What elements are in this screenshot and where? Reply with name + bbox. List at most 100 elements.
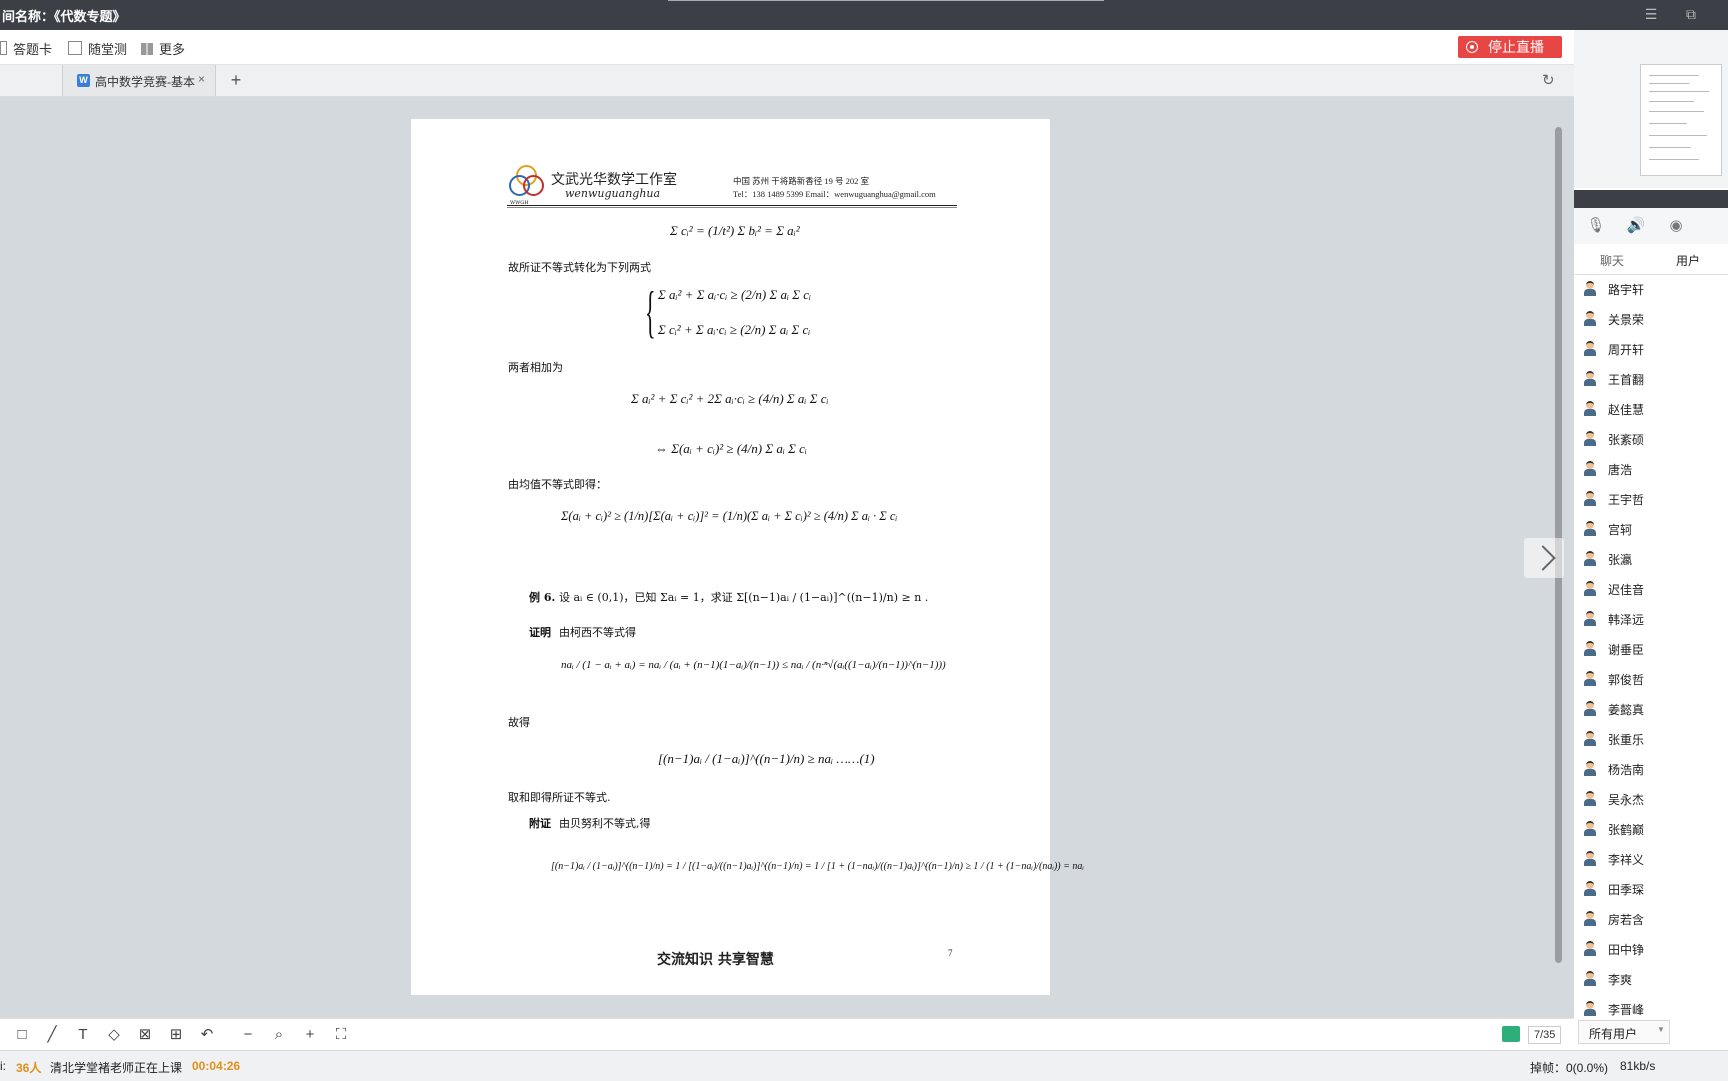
list-item[interactable]: 周开轩 (1574, 334, 1728, 364)
camera-icon[interactable]: ◉ (1666, 216, 1686, 236)
user-name: 房若含 (1608, 913, 1645, 927)
page-footer: 交流知识 共享智慧 (657, 952, 774, 968)
clear-icon[interactable]: ⊠ (135, 1025, 155, 1045)
list-item[interactable]: 迟佳音 (1574, 574, 1728, 604)
answer-card-button[interactable]: 答题卡 (0, 39, 52, 58)
speaker-icon[interactable]: 🔊 (1626, 216, 1646, 236)
avatar (1584, 521, 1596, 536)
text-tool-icon[interactable]: T (73, 1025, 93, 1045)
chevron-down-icon: ▼ (1657, 1025, 1665, 1034)
more-button[interactable]: 更多 (141, 39, 185, 58)
list-item[interactable]: 赵佳慧 (1574, 394, 1728, 424)
quiz-button[interactable]: 随堂测 (68, 39, 127, 58)
search-icon[interactable]: ⌕ (269, 1025, 289, 1045)
list-item[interactable]: 李爽 (1574, 964, 1728, 994)
list-item[interactable]: 王首翻 (1574, 364, 1728, 394)
user-filter-dropdown[interactable]: 所有用户 ▼ (1578, 1020, 1670, 1044)
tab-users[interactable]: 用户 (1676, 252, 1700, 269)
list-item[interactable]: 宫轲 (1574, 514, 1728, 544)
list-item[interactable]: 田中铮 (1574, 934, 1728, 964)
header-rule-thin (507, 207, 957, 208)
page-indicator: 7/35 (1502, 1026, 1562, 1044)
zoom-out-icon[interactable]: − (238, 1025, 258, 1045)
undo-icon[interactable]: ↶ (197, 1025, 217, 1045)
list-item[interactable]: 王宇哲 (1574, 484, 1728, 514)
header-rule (507, 205, 957, 206)
user-name: 周开轩 (1608, 343, 1645, 357)
microphone-icon[interactable]: 🎙 (1586, 216, 1606, 236)
proof-text: 由柯西不等式得 (559, 626, 636, 639)
participant-count: 36人 (16, 1061, 42, 1075)
avatar (1584, 311, 1596, 326)
avatar (1584, 731, 1596, 746)
formula-2a: Σ aᵢ² + Σ aᵢ·cᵢ ≥ (2/n) Σ aᵢ Σ cᵢ (658, 287, 812, 302)
list-item[interactable]: 李祥义 (1574, 844, 1728, 874)
tab-chat[interactable]: 聊天 (1600, 252, 1624, 269)
status-bar: i: 36人 清北学堂褚老师正在上课 00:04:26 掉帧：0(0.0%) 8… (0, 1050, 1728, 1081)
user-name: 谢垂臣 (1608, 643, 1645, 657)
add-tab-button[interactable]: + (226, 69, 246, 91)
list-item[interactable]: 张重乐 (1574, 724, 1728, 754)
panel-tabs: 聊天 用户 (1574, 244, 1728, 275)
rectangle-tool-icon[interactable]: □ (12, 1025, 32, 1045)
avatar (1584, 461, 1596, 476)
eraser-icon[interactable]: ◇ (104, 1025, 124, 1045)
word-doc-icon: W (77, 74, 90, 87)
answer-card-label: 答题卡 (13, 42, 53, 57)
user-name: 田季琛 (1608, 883, 1645, 897)
list-item[interactable]: 谢垂臣 (1574, 634, 1728, 664)
list-item[interactable]: 郭俊哲 (1574, 664, 1728, 694)
page-number: 7 (948, 948, 953, 958)
list-item[interactable]: 张鹤巅 (1574, 814, 1728, 844)
user-list: 路宇轩 关景荣周开轩王首翻赵佳慧张紊硕唐浩王宇哲宫轲 张瀛 迟佳音 韩泽远谢垂臣郭俊哲姜… (1574, 274, 1728, 1030)
studio-contact: Tel：138 1489 5399 Email：wenwuguanghua@gm… (733, 189, 936, 199)
example-label: 例 6. (529, 591, 556, 604)
image-icon[interactable] (1502, 1026, 1520, 1042)
user-name: 王宇哲 (1608, 493, 1645, 507)
avatar (1584, 881, 1596, 896)
refresh-icon[interactable]: ↻ (1542, 71, 1555, 89)
list-item[interactable]: 路宇轩 (1574, 274, 1728, 304)
document-page: WWGH 文武光华数学工作室 wenwuguanghua 中国 苏州 干将路新香… (411, 119, 1084, 995)
user-name: 张重乐 (1608, 733, 1645, 747)
list-item[interactable]: 张瀛 (1574, 544, 1728, 574)
list-item[interactable]: 张紊硕 (1574, 424, 1728, 454)
list-item[interactable]: 唐浩 (1574, 454, 1728, 484)
formula-8: [(n−1)aᵢ / (1−aᵢ)]^((n−1)/n) = 1 / [(1−a… (551, 861, 1084, 872)
zoom-in-icon[interactable]: + (300, 1025, 320, 1045)
proof-label: 证明 (529, 626, 551, 639)
avatar (1584, 281, 1596, 296)
next-page-arrow-icon[interactable] (1524, 538, 1564, 578)
avatar (1584, 341, 1596, 356)
fullscreen-icon[interactable]: ⛶ (331, 1025, 351, 1045)
record-icon (1466, 41, 1478, 53)
list-item[interactable]: 关景荣 (1574, 304, 1728, 334)
hamburger-icon[interactable]: ☰ (1642, 6, 1660, 22)
line-tool-icon[interactable]: ╱ (42, 1025, 62, 1045)
list-item[interactable]: 杨浩南 (1574, 754, 1728, 784)
list-item[interactable]: 吴永杰 (1574, 784, 1728, 814)
frame-drop: 掉帧：0(0.0%) (1530, 1061, 1609, 1075)
list-item[interactable]: 田季琛 (1574, 874, 1728, 904)
user-name: 田中铮 (1608, 943, 1645, 957)
restore-icon[interactable]: ⧉ (1682, 6, 1700, 22)
addendum-text: 由贝努利不等式,得 (559, 817, 651, 830)
list-item[interactable]: 韩泽远 (1574, 604, 1728, 634)
count-prefix: i: (0, 1059, 6, 1073)
more-label: 更多 (159, 42, 186, 57)
user-name: 赵佳慧 (1608, 403, 1645, 417)
user-name: 唐浩 (1608, 463, 1633, 477)
user-name: 张鹤巅 (1608, 823, 1645, 837)
close-tab-icon[interactable]: × (198, 72, 205, 86)
quiz-icon (68, 41, 82, 55)
av-controls: 🎙 🔊 ◉ (1574, 208, 1728, 244)
page-indicator-value[interactable]: 7/35 (1528, 1026, 1562, 1044)
page-thumbnail[interactable] (1640, 64, 1722, 176)
avatar (1584, 821, 1596, 836)
stop-live-button[interactable]: 停止直播 (1458, 36, 1562, 58)
toolbox-icon[interactable]: ⊞ (166, 1025, 186, 1045)
list-item[interactable]: 姜懿真 (1574, 694, 1728, 724)
tab-document[interactable]: W 高中数学竞赛-基本 × (62, 65, 216, 96)
list-item[interactable]: 房若含 (1574, 904, 1728, 934)
right-panel: 🎙 🔊 ◉ 聊天 用户 路宇轩 关景荣周开轩王首翻赵佳慧张紊硕唐浩王宇哲宫轲 张瀛迟… (1574, 30, 1728, 1050)
